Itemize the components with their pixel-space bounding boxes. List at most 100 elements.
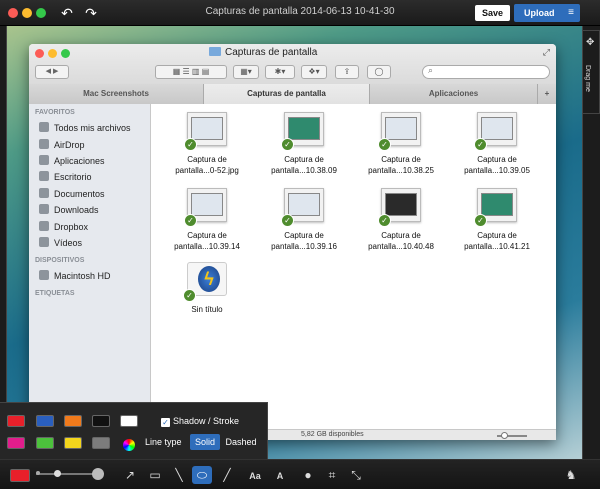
arrange-icon[interactable]: ▦▾ bbox=[233, 65, 259, 79]
file-item[interactable]: ✓ Captura de pantalla...10.38.09 bbox=[258, 112, 350, 176]
back-forward-buttons[interactable]: ◀ ▶ bbox=[35, 65, 69, 79]
color-swatch-magenta[interactable] bbox=[7, 437, 25, 449]
minimize-window-button[interactable] bbox=[22, 8, 32, 18]
file-thumbnail: ✓ bbox=[378, 112, 421, 151]
color-swatch-green[interactable] bbox=[36, 437, 54, 449]
color-swatch-gray[interactable] bbox=[92, 437, 110, 449]
color-wheel-icon[interactable] bbox=[123, 439, 135, 451]
bottom-toolbar: ↗ ▭ ╲ ⬭ ╱ Aa A ● ⌗ ⤡ ♞ bbox=[0, 459, 600, 489]
sidebar-item-aplicaciones[interactable]: Aplicaciones bbox=[39, 154, 105, 168]
resize-tool-icon[interactable]: ⤡ bbox=[346, 466, 366, 484]
file-item[interactable]: ✓ Captura de pantalla...10.38.25 bbox=[355, 112, 447, 176]
color-swatch-black[interactable] bbox=[92, 415, 110, 427]
size-slider-knob[interactable] bbox=[54, 470, 61, 477]
downloads-icon bbox=[39, 204, 49, 214]
finder-close-button[interactable] bbox=[35, 49, 44, 58]
new-tab-button[interactable]: + bbox=[538, 84, 556, 104]
sidebar-item-airdrop[interactable]: AirDrop bbox=[39, 138, 85, 152]
file-item[interactable]: ✓ Captura de pantalla...10.39.16 bbox=[258, 188, 350, 252]
sidebar-item-label: Dropbox bbox=[54, 222, 89, 232]
sidebar-item-downloads[interactable]: Downloads bbox=[39, 203, 99, 217]
dropbox-icon bbox=[39, 221, 49, 231]
rectangle-tool-icon[interactable]: ▭ bbox=[145, 466, 165, 484]
current-color-button[interactable] bbox=[10, 469, 30, 482]
color-swatch-blue[interactable] bbox=[36, 415, 54, 427]
hamburger-menu-icon[interactable]: ≡ bbox=[568, 4, 574, 22]
synced-check-icon: ✓ bbox=[281, 214, 294, 227]
sidebar-item-label: Downloads bbox=[54, 205, 99, 215]
dropbox-icon[interactable]: ❖▾ bbox=[301, 65, 327, 79]
line-tool-icon[interactable]: ╲ bbox=[169, 466, 189, 484]
share-icon[interactable]: ⇪ bbox=[335, 65, 359, 79]
sidebar-item-videos[interactable]: Vídeos bbox=[39, 236, 82, 250]
synced-check-icon: ✓ bbox=[378, 138, 391, 151]
all-files-icon bbox=[39, 122, 49, 132]
blur-drop-tool-icon[interactable]: ● bbox=[298, 466, 318, 484]
icon-size-slider[interactable] bbox=[497, 432, 527, 439]
sidebar-item-label: Macintosh HD bbox=[54, 271, 111, 281]
file-name: Sin título bbox=[191, 305, 223, 314]
tab-mac-screenshots[interactable]: Mac Screenshots bbox=[29, 84, 204, 104]
color-swatch-orange[interactable] bbox=[64, 415, 82, 427]
line-type-label: Line type bbox=[145, 437, 182, 447]
finder-sidebar: FAVORITOS Todos mis archivos AirDrop Apl… bbox=[29, 104, 151, 440]
shadow-stroke-checkbox[interactable]: ✓ Shadow / Stroke bbox=[161, 416, 239, 427]
upload-button[interactable]: Upload ≡ bbox=[514, 4, 580, 22]
color-swatch-yellow[interactable] bbox=[64, 437, 82, 449]
documents-icon bbox=[39, 188, 49, 198]
sidebar-item-label: Escritorio bbox=[54, 172, 92, 182]
drag-handle-label: Drag me bbox=[584, 65, 591, 92]
search-input[interactable]: ⌕ bbox=[422, 65, 550, 79]
file-name: Captura de pantalla...10.39.14 bbox=[174, 231, 240, 251]
color-swatch-red[interactable] bbox=[7, 415, 25, 427]
drag-handle[interactable]: ✥ Drag me bbox=[583, 30, 600, 114]
file-thumbnail: ✓ bbox=[474, 112, 517, 151]
file-name: Captura de pantalla...10.38.25 bbox=[368, 155, 434, 175]
crop-tool-icon[interactable]: ⌗ bbox=[322, 466, 342, 484]
view-mode-buttons[interactable]: ▦ ☰ ▥ ▤ bbox=[155, 65, 227, 79]
sidebar-item-dropbox[interactable]: Dropbox bbox=[39, 220, 88, 234]
tab-capturas-de-pantalla[interactable]: Capturas de pantalla bbox=[204, 84, 370, 104]
sidebar-item-escritorio[interactable]: Escritorio bbox=[39, 170, 92, 184]
color-swatch-white[interactable] bbox=[120, 415, 138, 427]
sidebar-item-label: AirDrop bbox=[54, 140, 85, 150]
action-gear-icon[interactable]: ✱▾ bbox=[265, 65, 295, 79]
finder-minimize-button[interactable] bbox=[48, 49, 57, 58]
undo-icon[interactable]: ↶ bbox=[56, 4, 78, 22]
file-item[interactable]: ✓ Captura de pantalla...0-52.jpg bbox=[161, 112, 253, 176]
arrow-tool-icon[interactable]: ↗ bbox=[120, 466, 140, 484]
sidebar-item-documentos[interactable]: Documentos bbox=[39, 187, 105, 201]
app-logo-icon[interactable]: ♞ bbox=[561, 466, 581, 484]
file-item[interactable]: ✓ Captura de pantalla...10.39.14 bbox=[161, 188, 253, 252]
finder-title: Capturas de pantalla bbox=[209, 47, 409, 58]
desktop-icon bbox=[39, 171, 49, 181]
fullscreen-icon[interactable]: ⤢ bbox=[543, 47, 550, 58]
file-item[interactable]: ✓ Captura de pantalla...10.39.05 bbox=[451, 112, 543, 176]
pen-tool-icon[interactable]: ╱ bbox=[217, 466, 237, 484]
sidebar-item-todos-mis-archivos[interactable]: Todos mis archivos bbox=[39, 121, 131, 135]
text-style-tool-button[interactable]: A bbox=[270, 466, 290, 484]
tab-aplicaciones[interactable]: Aplicaciones bbox=[370, 84, 538, 104]
zoom-window-button[interactable] bbox=[36, 8, 46, 18]
slider-knob[interactable] bbox=[501, 432, 508, 439]
top-toolbar: ↶ ↷ Capturas de pantalla 2014-06-13 10-4… bbox=[0, 0, 600, 26]
ellipse-tool-icon[interactable]: ⬭ bbox=[192, 466, 212, 484]
tag-icon[interactable]: ◯ bbox=[367, 65, 391, 79]
file-item[interactable]: ϟ ✓ Sin título bbox=[161, 262, 253, 315]
sidebar-item-macintosh-hd[interactable]: Macintosh HD bbox=[39, 269, 111, 283]
close-window-button[interactable] bbox=[8, 8, 18, 18]
movies-icon bbox=[39, 237, 49, 247]
synced-check-icon: ✓ bbox=[474, 214, 487, 227]
checkbox-checked-icon: ✓ bbox=[161, 418, 170, 427]
file-item[interactable]: ✓ Captura de pantalla...10.41.21 bbox=[451, 188, 543, 252]
stroke-size-slider[interactable] bbox=[36, 468, 104, 480]
search-icon: ⌕ bbox=[428, 65, 434, 75]
line-type-dashed-button[interactable]: Dashed bbox=[223, 434, 259, 450]
folder-icon bbox=[209, 47, 221, 56]
redo-icon[interactable]: ↷ bbox=[80, 4, 102, 22]
line-type-solid-button[interactable]: Solid bbox=[190, 434, 220, 450]
text-tool-button[interactable]: Aa bbox=[245, 466, 265, 484]
finder-zoom-button[interactable] bbox=[61, 49, 70, 58]
save-button[interactable]: Save bbox=[475, 5, 510, 21]
file-item[interactable]: ✓ Captura de pantalla...10.40.48 bbox=[355, 188, 447, 252]
